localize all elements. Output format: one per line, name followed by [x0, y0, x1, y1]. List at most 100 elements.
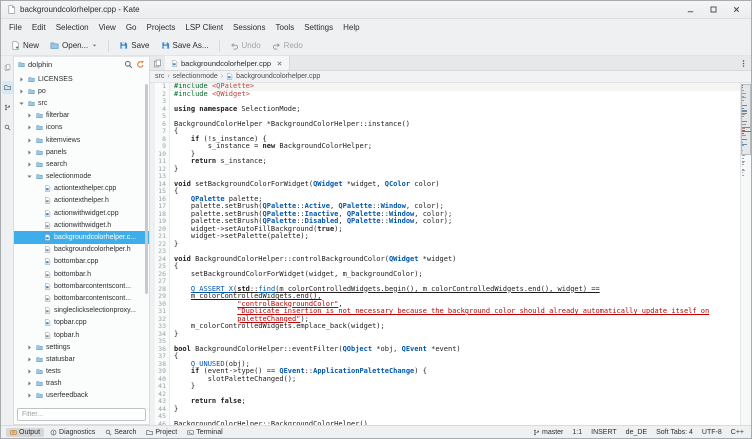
code-line[interactable]: 34} — [150, 331, 740, 339]
minimap[interactable] — [740, 83, 751, 425]
code-line[interactable]: 41 } — [150, 383, 740, 391]
tree-item-tests[interactable]: tests — [14, 366, 149, 378]
tree-item-selectionmode[interactable]: selectionmode — [14, 171, 149, 183]
tree-item-panels[interactable]: panels — [14, 146, 149, 158]
tree-scrollbar[interactable] — [145, 84, 148, 294]
tree-item-search[interactable]: search — [14, 158, 149, 170]
toolview-documents-button[interactable] — [2, 61, 13, 74]
text-editor[interactable]: 1#include <QPalette>2#include <QWidget>3… — [150, 83, 751, 425]
tree-item-label: topbar.cpp — [54, 319, 87, 326]
new-button[interactable]: New — [6, 39, 44, 52]
dictionary[interactable]: de_DE — [626, 429, 647, 436]
code-line[interactable]: 46BackgroundColorHelper::BackgroundColor… — [150, 421, 740, 426]
breadcrumb-selectionmode[interactable]: selectionmode — [173, 73, 218, 80]
undo-button[interactable]: Undo — [225, 39, 266, 52]
menu-view[interactable]: View — [94, 21, 121, 34]
diagnostics-toggle[interactable]: Diagnostics — [46, 428, 99, 437]
code-line[interactable]: 4using namespace SelectionMode; — [150, 106, 740, 114]
breadcrumb-src[interactable]: src — [155, 73, 164, 80]
tree-item-po[interactable]: po — [14, 85, 149, 97]
code-line[interactable]: 44} — [150, 406, 740, 414]
minimap-viewport[interactable] — [741, 84, 751, 155]
menu-lsp-client[interactable]: LSP Client — [180, 21, 228, 34]
tree-item-icons[interactable]: icons — [14, 122, 149, 134]
tree-item-userfeedback[interactable]: userfeedback — [14, 390, 149, 401]
syntax-mode[interactable]: C++ — [731, 429, 744, 436]
menu-projects[interactable]: Projects — [141, 21, 180, 34]
menu-file[interactable]: File — [4, 21, 27, 34]
code-line[interactable]: 22} — [150, 241, 740, 249]
close-icon[interactable] — [732, 5, 741, 14]
redo-button[interactable]: Redo — [267, 39, 308, 52]
tab-backgroundcolorhelper[interactable]: backgroundcolorhelper.cpp — [165, 56, 290, 70]
code-line[interactable]: 14void setBackgroundColorForWidget(QWidg… — [150, 181, 740, 189]
project-refresh-icon[interactable] — [136, 60, 145, 69]
tree-item-backgroundcolorhelper-h[interactable]: backgroundcolorhelper.h — [14, 244, 149, 256]
project-toggle[interactable]: Project — [142, 428, 181, 437]
tab-close-icon[interactable] — [276, 60, 283, 67]
indent-mode[interactable]: Soft Tabs: 4 — [656, 429, 693, 436]
project-search-icon[interactable] — [124, 60, 133, 69]
tree-item-actionwithwidget-h[interactable]: actionwithwidget.h — [14, 219, 149, 231]
code-line[interactable]: 26 setBackgroundColorForWidget(widget, m… — [150, 271, 740, 279]
tree-item-filterbar[interactable]: filterbar — [14, 110, 149, 122]
menu-go[interactable]: Go — [121, 21, 142, 34]
encoding[interactable]: UTF-8 — [702, 429, 722, 436]
tree-item-bottombarcontentscont[interactable]: bottombarcontentscont... — [14, 280, 149, 292]
code-line[interactable]: 2#include <QWidget> — [150, 91, 740, 99]
tab-options-icon[interactable] — [736, 59, 751, 68]
toolview-git-button[interactable] — [2, 101, 13, 114]
code-line[interactable]: 9 s_instance = new BackgroundColorHelper… — [150, 143, 740, 151]
code-area[interactable]: 1#include <QPalette>2#include <QWidget>3… — [150, 83, 740, 425]
code-line[interactable]: 21 widget->setPalette(palette); — [150, 233, 740, 241]
open-button[interactable]: Open... — [45, 39, 103, 52]
menu-sessions[interactable]: Sessions — [228, 21, 270, 34]
terminal-toggle[interactable]: Terminal — [183, 428, 226, 437]
toolview-filesystem-button[interactable] — [2, 121, 13, 134]
cursor-position[interactable]: 1:1 — [572, 429, 582, 436]
tree-item-kitemviews[interactable]: kitemviews — [14, 134, 149, 146]
tree-item-topbar-cpp[interactable]: topbar.cpp — [14, 317, 149, 329]
save-button[interactable]: Save — [114, 39, 154, 52]
menu-tools[interactable]: Tools — [271, 21, 300, 34]
tree-item-bottombar-cpp[interactable]: bottombar.cpp — [14, 256, 149, 268]
breadcrumb-backgroundcolorhelper-cpp[interactable]: backgroundcolorhelper.cpp — [236, 73, 320, 80]
code-line[interactable]: 6BackgroundColorHelper *BackgroundColorH… — [150, 121, 740, 129]
code-line[interactable]: 43 return false; — [150, 398, 740, 406]
document-list-icon[interactable] — [150, 59, 165, 68]
code-line[interactable]: 12} — [150, 166, 740, 174]
tree-item-actiontexthelper-cpp[interactable]: actiontexthelper.cpp — [14, 183, 149, 195]
tree-item-statusbar[interactable]: statusbar — [14, 353, 149, 365]
tree-item-actiontexthelper-h[interactable]: actiontexthelper.h — [14, 195, 149, 207]
save-as-button[interactable]: Save As... — [156, 39, 214, 52]
code-line[interactable]: 40 slotPaletteChanged(); — [150, 376, 740, 384]
project-name[interactable]: dolphin — [28, 60, 121, 69]
menu-help[interactable]: Help — [338, 21, 364, 34]
tree-item-singleclickselectionproxy[interactable]: singleclickselectionproxy... — [14, 305, 149, 317]
titlebar[interactable]: backgroundcolorhelper.cpp - Kate — [1, 1, 751, 19]
menu-edit[interactable]: Edit — [27, 21, 51, 34]
tree-item-bottombar-h[interactable]: bottombar.h — [14, 268, 149, 280]
tree-item-src[interactable]: src — [14, 97, 149, 109]
maximize-icon[interactable] — [709, 5, 718, 14]
code-line[interactable]: 36bool BackgroundColorHelper::eventFilte… — [150, 346, 740, 354]
input-mode[interactable]: INSERT — [591, 429, 617, 436]
code-line[interactable]: 33 m_colorControlledWidgets.emplace_back… — [150, 323, 740, 331]
tree-item-settings[interactable]: settings — [14, 341, 149, 353]
tree-item-bottombarcontentscont[interactable]: bottombarcontentscont... — [14, 292, 149, 304]
menu-settings[interactable]: Settings — [299, 21, 338, 34]
tree-filter-input[interactable] — [17, 408, 146, 421]
tree-item-actionwithwidget-cpp[interactable]: actionwithwidget.cpp — [14, 207, 149, 219]
code-line[interactable]: 24void BackgroundColorHelper::controlBac… — [150, 256, 740, 264]
tree-item-topbar-h[interactable]: topbar.h — [14, 329, 149, 341]
tree-item-backgroundcolorhelper-c[interactable]: backgroundcolorhelper.c... — [14, 231, 149, 243]
search-toggle[interactable]: Search — [101, 428, 140, 437]
minimize-icon[interactable] — [686, 5, 695, 14]
tree-item-trash[interactable]: trash — [14, 378, 149, 390]
menu-selection[interactable]: Selection — [51, 21, 94, 34]
code-line[interactable]: 11 return s_instance; — [150, 158, 740, 166]
toolview-projects-button[interactable] — [2, 81, 13, 94]
output-toggle[interactable]: Output — [6, 428, 44, 437]
tree-item-licenses[interactable]: LICENSES — [14, 73, 149, 85]
git-branch-indicator[interactable]: master — [533, 429, 563, 436]
